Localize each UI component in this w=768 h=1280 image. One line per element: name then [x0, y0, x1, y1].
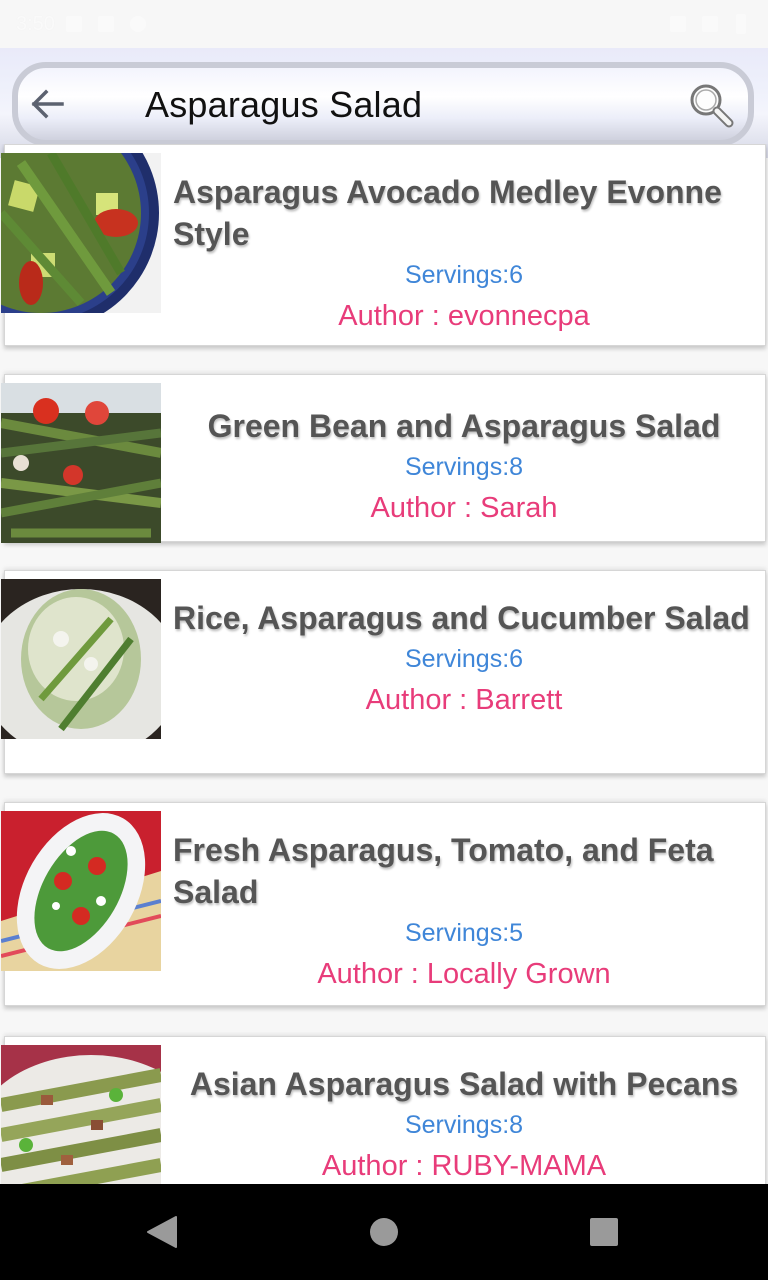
recipe-card[interactable]: Asparagus Avocado Medley Evonne Style Se…	[1, 144, 766, 346]
recipe-card[interactable]: Rice, Asparagus and Cucumber Salad Servi…	[1, 570, 766, 774]
recipe-author: Author : RUBY-MAMA	[321, 1150, 607, 1182]
battery-icon	[736, 14, 746, 34]
nav-home-icon	[370, 1218, 398, 1246]
nav-home-button[interactable]	[364, 1212, 404, 1252]
recipe-title: Green Bean and Asparagus Salad	[207, 408, 721, 444]
arrow-left-icon	[31, 89, 64, 119]
signal-icon	[702, 16, 718, 32]
search-query[interactable]: Asparagus Salad	[145, 84, 422, 126]
recipe-thumbnail	[1, 153, 161, 313]
search-button[interactable]	[684, 78, 740, 134]
wifi-icon	[670, 16, 686, 32]
status-bar: 3:50	[0, 0, 768, 48]
recipe-servings: Servings:8	[404, 453, 524, 481]
status-time: 3:50	[16, 13, 55, 35]
recipe-info: Asian Asparagus Salad with Pecans Servin…	[173, 1063, 755, 1184]
sd-card-icon	[98, 16, 114, 32]
recipe-info: Fresh Asparagus, Tomato, and Feta Salad …	[173, 829, 755, 995]
recipe-author: Author : Locally Grown	[317, 958, 611, 990]
recipe-thumbnail	[1, 579, 161, 739]
recipe-card[interactable]: Asian Asparagus Salad with Pecans Servin…	[1, 1036, 766, 1184]
recipe-info: Rice, Asparagus and Cucumber Salad Servi…	[173, 597, 755, 721]
recipe-servings: Servings:6	[404, 261, 524, 289]
back-button[interactable]	[26, 82, 70, 126]
recipe-servings: Servings:5	[404, 919, 524, 947]
navigation-bar	[0, 1184, 768, 1280]
nav-back-icon	[147, 1216, 177, 1248]
recipe-thumbnail	[1, 811, 161, 971]
sync-icon	[130, 16, 146, 32]
nav-recents-button[interactable]	[584, 1212, 624, 1252]
recipe-servings: Servings:6	[404, 645, 524, 673]
search-header: Asparagus Salad	[0, 48, 768, 158]
recipe-card[interactable]: Green Bean and Asparagus Salad Servings:…	[1, 374, 766, 543]
recipe-title: Asian Asparagus Salad with Pecans	[189, 1066, 739, 1102]
recipe-title: Fresh Asparagus, Tomato, and Feta Salad	[173, 832, 714, 910]
recipe-thumbnail	[1, 383, 161, 543]
recipe-author: Author : evonnecpa	[338, 300, 590, 332]
nav-back-button[interactable]	[142, 1212, 182, 1252]
recipe-card[interactable]: Fresh Asparagus, Tomato, and Feta Salad …	[1, 802, 766, 1006]
recipe-author: Author : Barrett	[365, 684, 563, 716]
recipe-info: Asparagus Avocado Medley Evonne Style Se…	[173, 171, 755, 337]
recipe-title: Asparagus Avocado Medley Evonne Style	[173, 174, 722, 252]
screen: 3:50 Asparagus Salad Asparagus Avocado M…	[0, 0, 768, 1280]
nav-recents-icon	[590, 1218, 618, 1246]
recipe-thumbnail	[1, 1045, 161, 1184]
notification-icon	[66, 16, 82, 32]
recipe-servings: Servings:8	[404, 1111, 524, 1139]
magnifier-icon	[690, 84, 734, 128]
recipe-info: Green Bean and Asparagus Salad Servings:…	[173, 405, 755, 529]
recipe-title: Rice, Asparagus and Cucumber Salad	[173, 600, 750, 636]
recipe-author: Author : Sarah	[370, 492, 558, 524]
recipe-list: Asparagus Avocado Medley Evonne Style Se…	[0, 144, 768, 1184]
